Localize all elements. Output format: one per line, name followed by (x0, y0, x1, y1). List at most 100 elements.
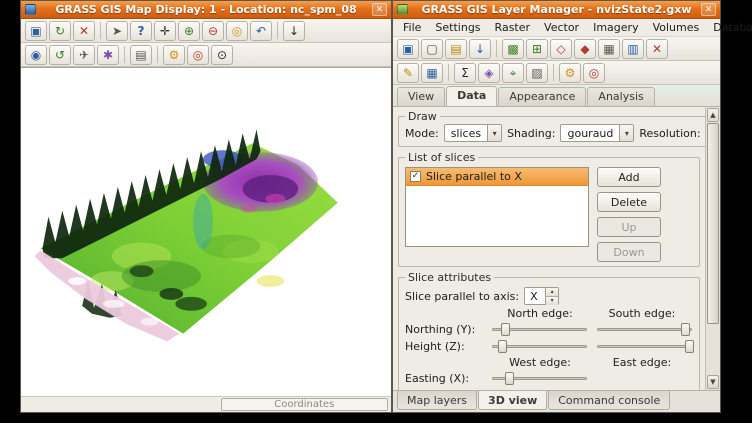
tab-view[interactable]: View (397, 87, 445, 106)
east-edge-label: East edge: (591, 356, 693, 369)
slider-thumb[interactable] (685, 340, 694, 353)
slider-thumb[interactable] (681, 323, 690, 336)
tab-appearance[interactable]: Appearance (498, 87, 586, 106)
zoom-extent-button[interactable]: ◎ (226, 21, 248, 41)
slider-thumb[interactable] (498, 340, 507, 353)
rotate-3d-icon: ↺ (55, 49, 65, 61)
down-button[interactable]: Down (597, 242, 661, 262)
scroll-down-icon[interactable]: ▼ (707, 375, 719, 389)
easting-west-slider[interactable] (491, 371, 588, 386)
menu-file[interactable]: File (396, 19, 428, 36)
axis-select[interactable]: X ▴ ▾ (524, 287, 559, 305)
add-vector-layers-button[interactable]: ◆ (574, 39, 596, 59)
layer-manager-titlebar[interactable]: GRASS GIS Layer Manager - nvizState2.gxw… (393, 1, 720, 19)
view-control-icon: ◉ (31, 49, 41, 61)
spin-up-icon[interactable]: ▴ (546, 288, 558, 297)
dropdown-arrow-icon[interactable]: ▾ (487, 125, 501, 141)
close-button[interactable]: ✕ (372, 3, 387, 16)
georectify-button[interactable]: ⌖ (502, 63, 524, 83)
scroll-up-icon[interactable]: ▲ (707, 108, 719, 122)
add-button[interactable]: Add (597, 167, 661, 187)
save-workspace-icon: ↓ (475, 43, 485, 55)
check-icon: ✓ (412, 171, 420, 181)
scrollbar-thumb[interactable] (707, 123, 719, 324)
tab-map-layers[interactable]: Map layers (397, 391, 477, 410)
map-composer-button[interactable]: ▤ (130, 45, 152, 65)
zoom-in-button[interactable]: ⊕ (178, 21, 200, 41)
menu-vector[interactable]: Vector (537, 19, 586, 36)
shading-select[interactable]: gouraud ▾ (560, 124, 634, 142)
pointer-button[interactable]: ➤ (106, 21, 128, 41)
northing-south-slider[interactable] (596, 322, 693, 337)
close-icon: ✕ (705, 5, 713, 15)
tab-analysis[interactable]: Analysis (587, 87, 654, 106)
slice-checkbox[interactable]: ✓ (410, 171, 421, 182)
slider-thumb[interactable] (505, 372, 514, 385)
fly-through-button[interactable]: ✈ (73, 45, 95, 65)
menu-volumes[interactable]: Volumes (646, 19, 707, 36)
toolbar-separator (553, 64, 554, 81)
layer-manager-window: GRASS GIS Layer Manager - nvizState2.gxw… (392, 0, 721, 413)
new-workspace-button[interactable]: ▢ (421, 39, 443, 59)
help-button[interactable]: ◎ (583, 63, 605, 83)
menu-database[interactable]: Database (706, 19, 752, 36)
mode-select[interactable]: slices ▾ (444, 124, 502, 142)
delete-button[interactable]: Delete (597, 192, 661, 212)
close-button[interactable]: ✕ (701, 3, 716, 16)
remove-layer-button[interactable]: ✕ (646, 39, 668, 59)
slices-list[interactable]: ✓ Slice parallel to X (405, 167, 589, 247)
height-label: Height (Z): (405, 340, 483, 353)
start-display-button[interactable]: ▣ (397, 39, 419, 59)
height-bottom-slider[interactable] (491, 339, 588, 354)
zoom-out-button[interactable]: ⊖ (202, 21, 224, 41)
slice-attributes-legend: Slice attributes (405, 271, 494, 284)
dropdown-arrow-icon[interactable]: ▾ (619, 125, 633, 141)
quit-button[interactable]: ⊙ (211, 45, 233, 65)
tab-data[interactable]: Data (446, 86, 497, 106)
tab-command-console[interactable]: Command console (548, 391, 670, 410)
view-control-button[interactable]: ◉ (25, 45, 47, 65)
list-item[interactable]: ✓ Slice parallel to X (406, 168, 588, 186)
render-map-button[interactable]: ↻ (49, 21, 71, 41)
add-vector-button[interactable]: ◇ (550, 39, 572, 59)
rotate-3d-button[interactable]: ↺ (49, 45, 71, 65)
add-raster-layers-button[interactable]: ⊞ (526, 39, 548, 59)
raster-calculator-button[interactable]: Σ (454, 63, 476, 83)
spin-down-icon[interactable]: ▾ (546, 297, 558, 305)
slider-thumb[interactable] (501, 323, 510, 336)
add-raster-button[interactable]: ▩ (502, 39, 524, 59)
northing-north-slider[interactable] (491, 322, 588, 337)
edit-vector-button[interactable]: ✎ (397, 63, 419, 83)
menu-settings[interactable]: Settings (428, 19, 487, 36)
display-map-button[interactable]: ▣ (25, 21, 47, 41)
attribute-table-button[interactable]: ▦ (421, 63, 443, 83)
menu-imagery[interactable]: Imagery (586, 19, 645, 36)
settings-icon: ⚙ (169, 49, 180, 61)
graphical-modeler-button[interactable]: ◈ (478, 63, 500, 83)
pointer-icon: ➤ (112, 25, 122, 37)
zoom-back-button[interactable]: ↶ (250, 21, 272, 41)
scrollbar-track[interactable] (706, 123, 720, 374)
save-workspace-button[interactable]: ↓ (469, 39, 491, 59)
add-group-button[interactable]: ▦ (598, 39, 620, 59)
coordinates-display: Coordinates (221, 398, 388, 411)
pan-button[interactable]: ✛ (154, 21, 176, 41)
settings-button[interactable]: ⚙ (559, 63, 581, 83)
raster-calculator-icon: Σ (461, 67, 469, 79)
up-button[interactable]: Up (597, 217, 661, 237)
erase-display-button[interactable]: ✕ (73, 21, 95, 41)
tab-3d-view[interactable]: 3D view (478, 391, 547, 410)
image-classification-button[interactable]: ▨ (526, 63, 548, 83)
vertical-scrollbar[interactable]: ▲ ▼ (705, 107, 720, 390)
save-display-button[interactable]: ↓ (283, 21, 305, 41)
query-button[interactable]: ? (130, 21, 152, 41)
open-workspace-button[interactable]: ▤ (445, 39, 467, 59)
map-3d-canvas[interactable] (21, 67, 391, 396)
height-top-slider[interactable] (596, 339, 693, 354)
settings-button[interactable]: ⚙ (163, 45, 185, 65)
menu-raster[interactable]: Raster (488, 19, 537, 36)
nviz-tools-button[interactable]: ✱ (97, 45, 119, 65)
map-display-titlebar[interactable]: GRASS GIS Map Display: 1 - Location: nc_… (21, 1, 391, 19)
add-overlay-button[interactable]: ▥ (622, 39, 644, 59)
help-button[interactable]: ◎ (187, 45, 209, 65)
